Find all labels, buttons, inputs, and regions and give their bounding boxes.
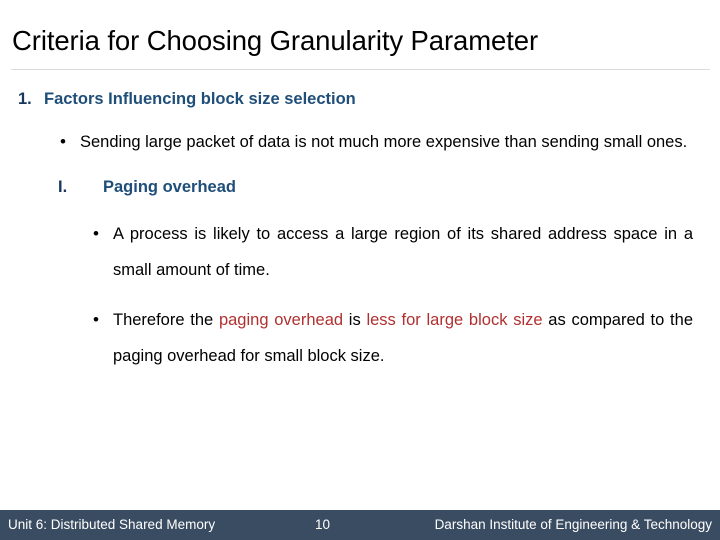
page-title: Criteria for Choosing Granularity Parame… [12,25,539,56]
bullet-item: • Therefore the paging overhead is less … [0,302,720,374]
bullet-text-segment: Therefore the [113,311,219,329]
bullet-text: Sending large packet of data is not much… [80,133,688,151]
footer-institute-label: Darshan Institute of Engineering & Techn… [434,517,712,532]
bullet-text-highlight: paging overhead [218,311,344,329]
bullet-item: • A process is likely to access a large … [0,216,720,288]
slide-canvas: Criteria for Choosing Granularity Parame… [0,0,720,540]
outline-heading-1: 1. Factors Influencing block size selecti… [0,84,720,114]
bullet-dot-icon: • [60,132,66,151]
outline-heading-2: I. Paging overhead [0,172,720,202]
list-marker-roman: I. [58,178,68,196]
list-marker-numeric: 1. [18,90,32,108]
slide-body: 1. Factors Influencing block size selecti… [0,84,720,494]
slide-footer: Unit 6: Distributed Shared Memory 10 Dar… [0,510,720,540]
footer-page-number: 10 [315,517,331,532]
bullet-dot-icon: • [93,310,99,329]
title-divider [11,69,710,70]
bullet-dot-icon: • [93,224,99,243]
bullet-text-highlight: less for large block size [366,311,543,329]
bullet-item: • Sending large packet of data is not mu… [0,124,720,160]
footer-unit-label: Unit 6: Distributed Shared Memory [8,517,216,532]
outline-heading-1-label: Factors Influencing block size selection [44,90,356,108]
outline-heading-2-label: Paging overhead [103,178,236,196]
bullet-text-segment: is [343,311,367,329]
bullet-text: A process is likely to access a large re… [113,225,693,279]
bullet-text-rich: Therefore the paging overhead is less fo… [93,302,693,374]
